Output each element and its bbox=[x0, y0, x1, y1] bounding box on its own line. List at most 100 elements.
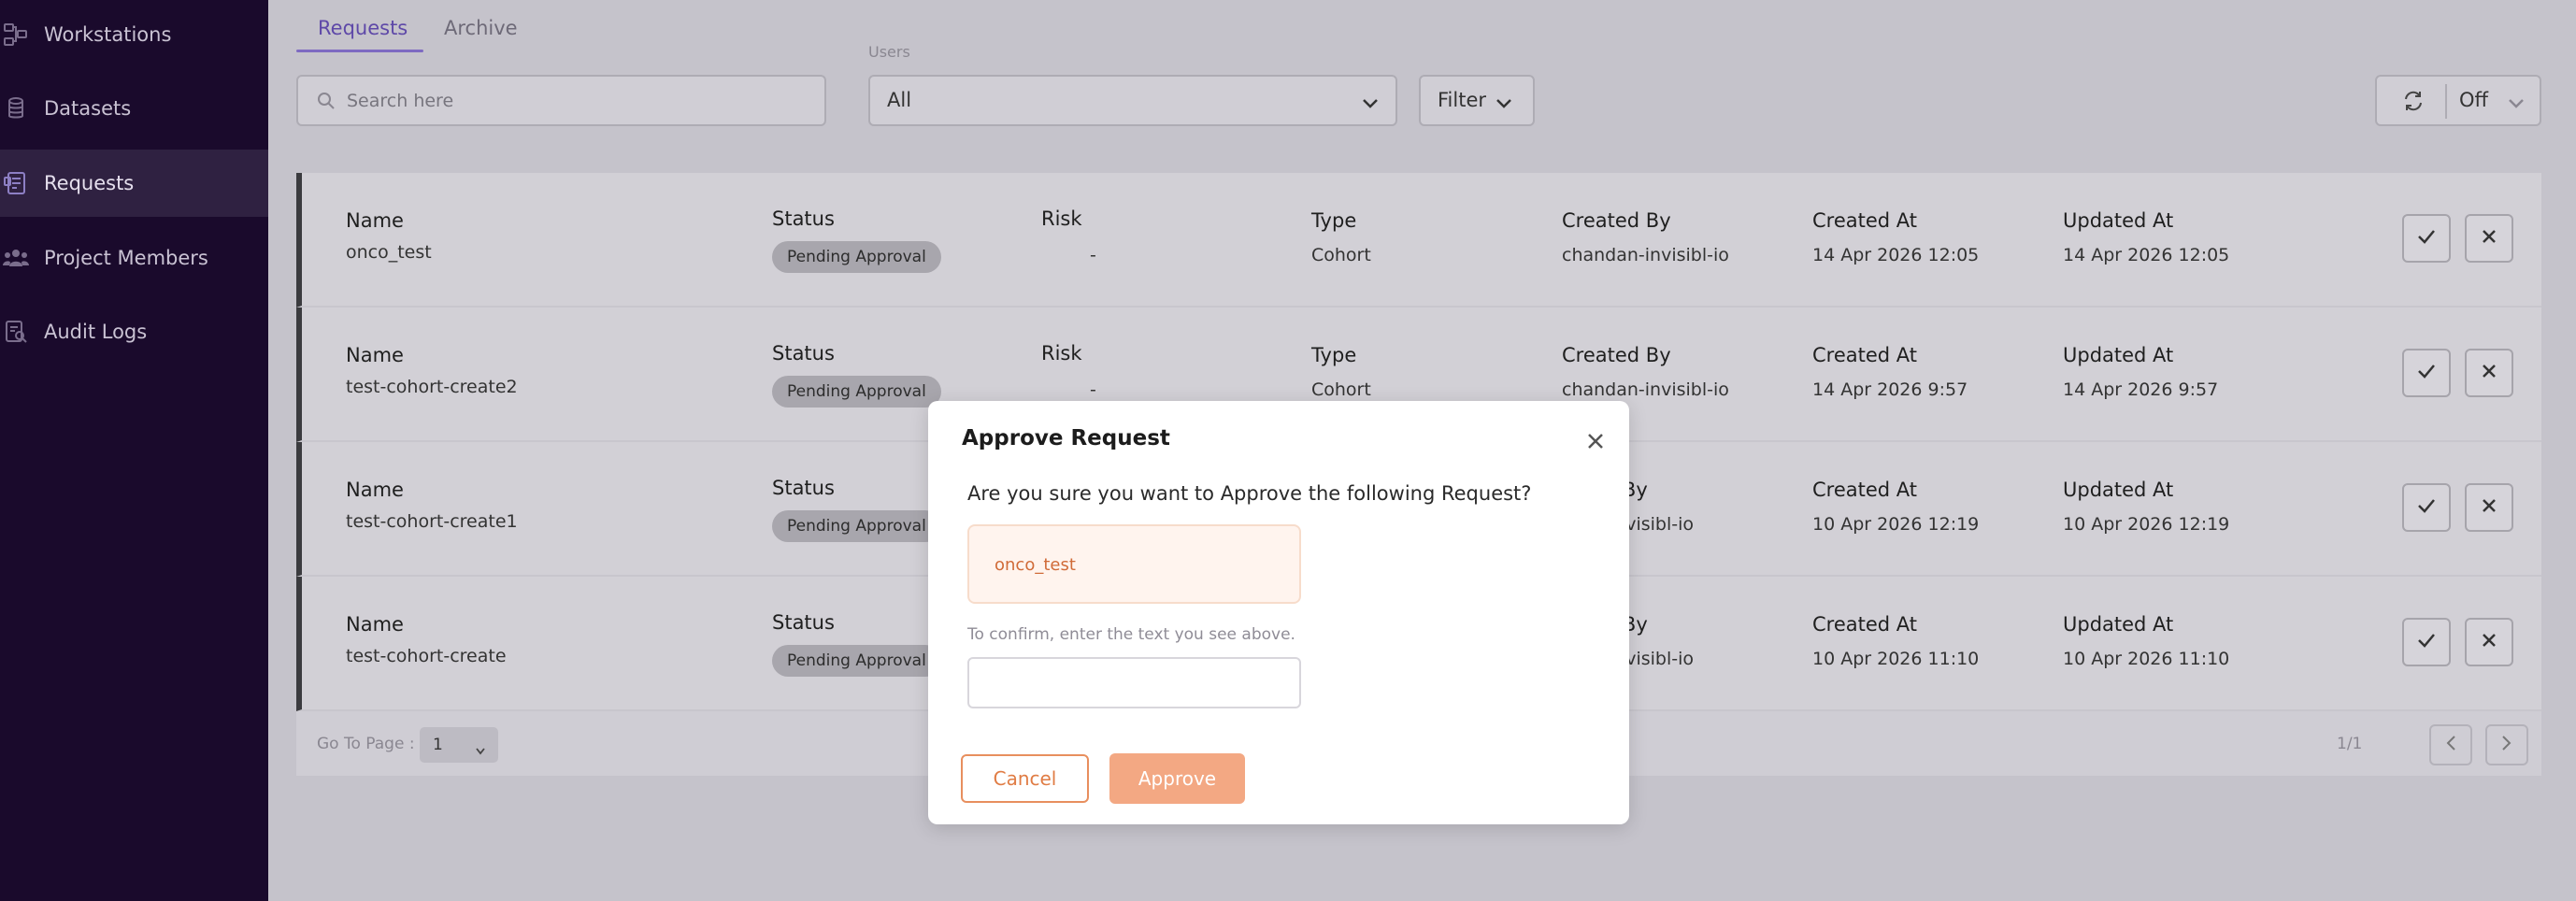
sidebar-item-requests[interactable]: Requests bbox=[0, 150, 268, 217]
column-status-header: Status bbox=[772, 342, 835, 365]
sidebar-item-audit-logs[interactable]: Audit Logs bbox=[0, 298, 268, 365]
confirmation-token-box: onco_test bbox=[967, 524, 1301, 604]
risk-value: - bbox=[1090, 245, 1096, 265]
search-icon bbox=[317, 92, 336, 114]
column-created-at-header: Created At bbox=[1812, 613, 1918, 636]
reject-row-button[interactable] bbox=[2465, 214, 2513, 263]
created-at-value: 10 Apr 2026 12:19 bbox=[1812, 514, 1980, 535]
next-page-button[interactable] bbox=[2485, 724, 2528, 765]
dialog-question: Are you sure you want to Approve the fol… bbox=[967, 482, 1532, 505]
chevron-right-icon bbox=[2501, 735, 2512, 755]
refresh-icon[interactable] bbox=[2401, 89, 2426, 117]
divider bbox=[2445, 84, 2447, 119]
created-by-value: chandan-invisibl-io bbox=[1562, 245, 1729, 265]
users-select[interactable]: All bbox=[868, 75, 1397, 126]
auto-refresh-control[interactable]: Off bbox=[2375, 75, 2541, 126]
column-updated-at-header: Updated At bbox=[2063, 344, 2174, 366]
tab-requests[interactable]: Requests bbox=[318, 17, 408, 39]
updated-at-value: 10 Apr 2026 11:10 bbox=[2063, 649, 2230, 669]
workstation-icon bbox=[2, 21, 30, 49]
go-to-page-label: Go To Page : bbox=[317, 735, 415, 753]
approve-row-button[interactable] bbox=[2402, 214, 2451, 263]
users-label: Users bbox=[868, 43, 910, 61]
filter-button[interactable]: Filter bbox=[1419, 75, 1535, 126]
column-name-header: Name bbox=[346, 209, 404, 232]
request-name: test-cohort-create bbox=[346, 646, 507, 666]
close-icon[interactable] bbox=[1583, 429, 1608, 453]
table-row[interactable]: Name onco_test Status Pending Approval Risk -… bbox=[296, 173, 2541, 307]
close-icon bbox=[2481, 632, 2497, 652]
confirmation-token: onco_test bbox=[995, 555, 1076, 575]
created-by-value: chandan-invisibl-io bbox=[1562, 379, 1729, 400]
active-tab-indicator bbox=[296, 50, 423, 52]
close-icon bbox=[2481, 363, 2497, 383]
column-updated-at-header: Updated At bbox=[2063, 479, 2174, 501]
sidebar-item-label: Audit Logs bbox=[44, 321, 148, 343]
members-icon bbox=[2, 244, 30, 272]
reject-row-button[interactable] bbox=[2465, 483, 2513, 532]
reject-row-button[interactable] bbox=[2465, 349, 2513, 397]
type-value: Cohort bbox=[1311, 245, 1371, 265]
page-select-value: 1 bbox=[433, 736, 443, 754]
search-field[interactable] bbox=[296, 75, 826, 126]
sidebar-item-label: Project Members bbox=[44, 247, 208, 269]
column-created-at-header: Created At bbox=[1812, 479, 1918, 501]
column-updated-at-header: Updated At bbox=[2063, 613, 2174, 636]
chevron-down-icon bbox=[476, 741, 485, 759]
prev-page-button[interactable] bbox=[2429, 724, 2472, 765]
approve-row-button[interactable] bbox=[2402, 349, 2451, 397]
column-type-header: Type bbox=[1311, 344, 1357, 366]
sidebar-item-label: Datasets bbox=[44, 97, 132, 120]
close-icon bbox=[2481, 228, 2497, 249]
column-status-header: Status bbox=[772, 611, 835, 634]
check-icon bbox=[2416, 632, 2437, 652]
updated-at-value: 14 Apr 2026 9:57 bbox=[2063, 379, 2219, 400]
updated-at-value: 14 Apr 2026 12:05 bbox=[2063, 245, 2230, 265]
sidebar-item-workstations[interactable]: Workstations bbox=[0, 1, 268, 68]
page-select[interactable]: 1 bbox=[420, 727, 498, 763]
dialog-title: Approve Request bbox=[962, 426, 1170, 450]
page-count: 1/1 bbox=[2337, 735, 2363, 753]
status-badge: Pending Approval bbox=[772, 376, 941, 408]
chevron-down-icon bbox=[1362, 95, 1379, 113]
type-value: Cohort bbox=[1311, 379, 1371, 400]
search-input[interactable] bbox=[347, 88, 795, 114]
column-created-by-header: Created By bbox=[1562, 209, 1671, 232]
column-created-at-header: Created At bbox=[1812, 344, 1918, 366]
chevron-down-icon[interactable] bbox=[2508, 95, 2525, 113]
column-risk-header: Risk bbox=[1041, 207, 1082, 230]
column-type-header: Type bbox=[1311, 209, 1357, 232]
audit-log-icon bbox=[2, 318, 30, 346]
sidebar-item-label: Workstations bbox=[44, 23, 172, 46]
status-badge: Pending Approval bbox=[772, 510, 941, 542]
sidebar-item-datasets[interactable]: Datasets bbox=[0, 75, 268, 142]
approve-row-button[interactable] bbox=[2402, 618, 2451, 666]
created-at-value: 10 Apr 2026 11:10 bbox=[1812, 649, 1980, 669]
refresh-interval-value[interactable]: Off bbox=[2459, 89, 2488, 111]
column-risk-header: Risk bbox=[1041, 342, 1082, 365]
column-created-at-header: Created At bbox=[1812, 209, 1918, 232]
column-name-header: Name bbox=[346, 613, 404, 636]
status-badge: Pending Approval bbox=[772, 241, 941, 273]
approve-button[interactable]: Approve bbox=[1109, 753, 1245, 804]
column-status-header: Status bbox=[772, 477, 835, 499]
request-name: test-cohort-create2 bbox=[346, 377, 518, 397]
chevron-down-icon bbox=[1496, 95, 1512, 113]
confirmation-hint: To confirm, enter the text you see above… bbox=[967, 625, 1295, 644]
sidebar-item-project-members[interactable]: Project Members bbox=[0, 224, 268, 292]
database-icon bbox=[2, 94, 30, 122]
tab-archive[interactable]: Archive bbox=[444, 17, 518, 39]
confirmation-input[interactable] bbox=[967, 657, 1301, 708]
column-name-header: Name bbox=[346, 344, 404, 366]
close-icon bbox=[2481, 497, 2497, 518]
check-icon bbox=[2416, 228, 2437, 249]
approve-row-button[interactable] bbox=[2402, 483, 2451, 532]
column-updated-at-header: Updated At bbox=[2063, 209, 2174, 232]
cancel-button[interactable]: Cancel bbox=[961, 754, 1089, 803]
check-icon bbox=[2416, 497, 2437, 518]
risk-value: - bbox=[1090, 379, 1096, 400]
reject-row-button[interactable] bbox=[2465, 618, 2513, 666]
check-icon bbox=[2416, 363, 2437, 383]
request-name: onco_test bbox=[346, 242, 432, 263]
requests-icon bbox=[2, 169, 30, 197]
